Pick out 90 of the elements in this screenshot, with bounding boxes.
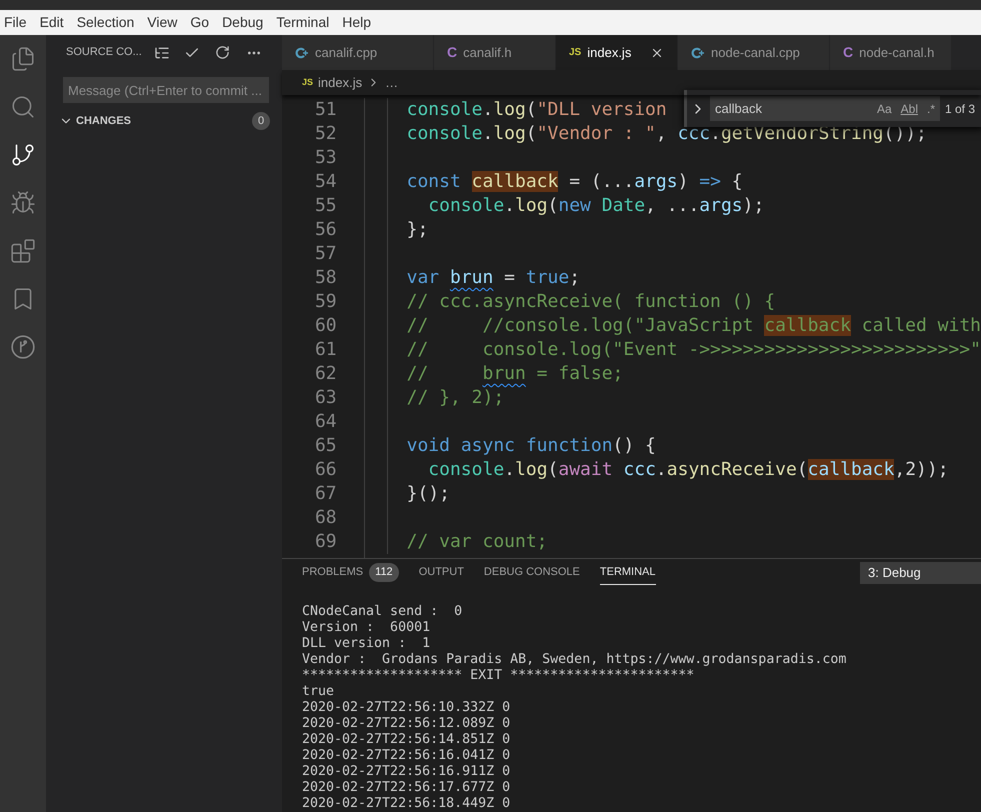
files-icon[interactable]: [10, 46, 36, 72]
code-line: console.log(await ccc.asyncReceive(callback,2));: [427, 459, 949, 480]
c-file-icon: C: [447, 42, 458, 63]
js-file-icon: JS: [302, 76, 314, 90]
line-number: 62: [314, 362, 337, 386]
js-file-icon: JS: [569, 45, 582, 60]
code-line: var brun = true;: [406, 267, 580, 288]
editor-tab[interactable]: JS index.js: [556, 35, 678, 70]
terminal-line: DLL version : 1: [302, 636, 432, 652]
match-count: 1 of 3: [945, 100, 976, 118]
menu-item[interactable]: Terminal: [276, 12, 330, 33]
line-number: 57: [314, 242, 337, 266]
line-number: 55: [314, 194, 337, 218]
line-number: 65: [314, 434, 337, 458]
terminal-line: CNodeCanal send : 0: [302, 604, 464, 620]
code-line: // //console.log("JavaScript callback called with: [406, 315, 981, 336]
menu-item[interactable]: File: [4, 12, 27, 33]
code-line: // var count;: [406, 531, 548, 552]
terminal-line: ******************** EXIT ***********************: [302, 668, 696, 684]
menu-item[interactable]: Help: [342, 12, 372, 33]
find-option-toggle[interactable]: Abl: [900, 100, 918, 118]
editor-tab[interactable]: C canalif.h: [434, 35, 556, 70]
c-file-icon: C: [843, 42, 854, 63]
line-number: 63: [314, 386, 337, 410]
code-line: }();: [406, 483, 450, 504]
count-badge: 0: [252, 112, 270, 130]
panel-tab[interactable]: DEBUG CONSOLE: [484, 561, 580, 585]
terminal-line: 2020-02-27T22:56:12.089Z 0: [302, 716, 512, 732]
code-line: };: [406, 219, 428, 240]
refresh-icon[interactable]: [215, 45, 230, 60]
code-line: // brun = false;: [406, 363, 624, 384]
line-number: 66: [314, 458, 337, 482]
cpp-file-icon: [691, 46, 705, 58]
commit-message-field[interactable]: Message (Ctrl+Enter to commit ...: [63, 77, 269, 103]
code-line: void async function() {: [406, 435, 656, 456]
terminal-line: 2020-02-27T22:56:17.677Z 0: [302, 780, 512, 796]
line-number: 56: [314, 218, 337, 242]
code-line: console.log(new Date, ...args);: [427, 195, 764, 216]
terminal-line: 2020-02-27T22:56:16.041Z 0: [302, 748, 512, 764]
line-number: 67: [314, 482, 337, 506]
editor-tab[interactable]: node-canal.cpp: [678, 35, 830, 70]
line-number: 52: [314, 122, 337, 146]
tree-view-icon[interactable]: [154, 44, 170, 60]
editor-tab[interactable]: C node-canal.h: [830, 35, 952, 70]
find-option-toggle[interactable]: .*: [926, 100, 935, 118]
find-field[interactable]: callback Aa Abl .*: [710, 96, 940, 121]
menu-item[interactable]: Selection: [76, 12, 134, 33]
line-number: 51: [314, 98, 337, 122]
terminal-line: 2020-02-27T22:56:16.911Z 0: [302, 764, 512, 780]
find-option-toggle[interactable]: Aa: [876, 100, 892, 118]
search-icon[interactable]: [10, 94, 36, 120]
line-number: 64: [314, 410, 337, 434]
panel-tab[interactable]: OUTPUT: [418, 561, 464, 585]
breadcrumb-item[interactable]: …: [385, 72, 398, 92]
terminal-line: 2020-02-27T22:56:18.449Z 0: [302, 796, 512, 812]
terminal-select[interactable]: 3: Debug: [860, 562, 981, 584]
menu-item[interactable]: View: [147, 12, 178, 33]
bug-icon[interactable]: [10, 190, 36, 216]
count-badge: 112: [369, 563, 399, 582]
extensions-icon[interactable]: [10, 238, 36, 264]
git-graph-icon[interactable]: [10, 334, 36, 360]
terminal-line: 2020-02-27T22:56:10.332Z 0: [302, 700, 512, 716]
terminal-line: true: [302, 684, 336, 700]
menu-item[interactable]: Debug: [222, 12, 264, 33]
panel-tab[interactable]: TERMINAL: [600, 561, 656, 585]
menu-item[interactable]: Edit: [40, 12, 64, 33]
source-control-icon[interactable]: [10, 142, 36, 168]
terminal-line: 2020-02-27T22:56:14.851Z 0: [302, 732, 512, 748]
line-number: 53: [314, 146, 337, 170]
panel-tab[interactable]: PROBLEMS 112: [302, 561, 399, 585]
line-number: 60: [314, 314, 337, 338]
cpp-file-icon: [295, 46, 309, 58]
code-line: // }, 2);: [406, 387, 504, 408]
line-number: 54: [314, 170, 337, 194]
line-number: 58: [314, 266, 337, 290]
sidebar-title: SOURCE CO...: [66, 45, 143, 60]
section-header[interactable]: CHANGES: [76, 112, 252, 130]
code-line: // console.log("Event ->>>>>>>>>>>>>>>>>>>>>>>>>": [406, 339, 981, 360]
line-number: 61: [314, 338, 337, 362]
breadcrumb-item[interactable]: index.js: [318, 72, 362, 92]
code-line: // ccc.asyncReceive( function () {: [406, 291, 776, 312]
line-number: 68: [314, 506, 337, 530]
line-number: 59: [314, 290, 337, 314]
line-number: 69: [314, 530, 337, 554]
terminal-line: Version : 60001: [302, 620, 432, 636]
menu-item[interactable]: Go: [190, 12, 210, 33]
editor-tab[interactable]: canalif.cpp: [282, 35, 434, 70]
code-line: console.log("DLL version: [406, 99, 668, 120]
code-line: const callback = (...args) => {: [406, 171, 743, 192]
terminal-line: Vendor : Grodans Paradis AB, Sweden, https://www.grodansparadis.com: [302, 652, 848, 668]
